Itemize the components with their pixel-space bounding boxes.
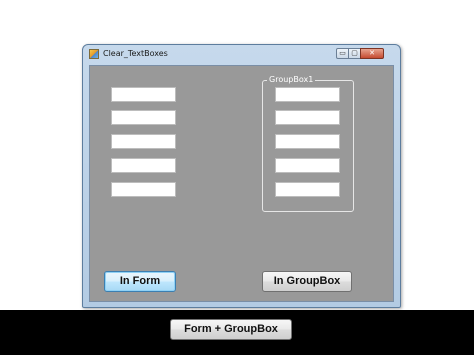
groupbox-textbox-1[interactable] <box>275 87 340 102</box>
window-title: Clear_TextBoxes <box>103 49 168 58</box>
groupbox-textbox-4[interactable] <box>275 158 340 173</box>
app-icon[interactable] <box>89 49 99 59</box>
title-bar[interactable]: Clear_TextBoxes ▭ ▢ ✕ <box>83 45 400 63</box>
groupbox-textbox-3[interactable] <box>275 134 340 149</box>
desktop-area: Clear_TextBoxes ▭ ▢ ✕ GroupBox1 In Form … <box>0 0 474 340</box>
groupbox-textbox-5[interactable] <box>275 182 340 197</box>
form-textbox-5[interactable] <box>111 182 176 197</box>
in-form-button[interactable]: In Form <box>104 271 176 292</box>
form-client-area: GroupBox1 In Form In GroupBox Form + Gro… <box>89 65 394 340</box>
groupbox-textbox-2[interactable] <box>275 110 340 125</box>
groupbox: GroupBox1 <box>262 74 354 212</box>
groupbox-title: GroupBox1 <box>267 74 316 86</box>
form-groupbox-button[interactable]: Form + GroupBox <box>170 319 292 340</box>
close-icon[interactable]: ✕ <box>360 48 384 59</box>
app-window: Clear_TextBoxes ▭ ▢ ✕ GroupBox1 In Form … <box>82 44 401 340</box>
form-textbox-3[interactable] <box>111 134 176 149</box>
form-textbox-4[interactable] <box>111 158 176 173</box>
form-textbox-1[interactable] <box>111 87 176 102</box>
form-textbox-2[interactable] <box>111 110 176 125</box>
in-groupbox-button[interactable]: In GroupBox <box>262 271 352 292</box>
